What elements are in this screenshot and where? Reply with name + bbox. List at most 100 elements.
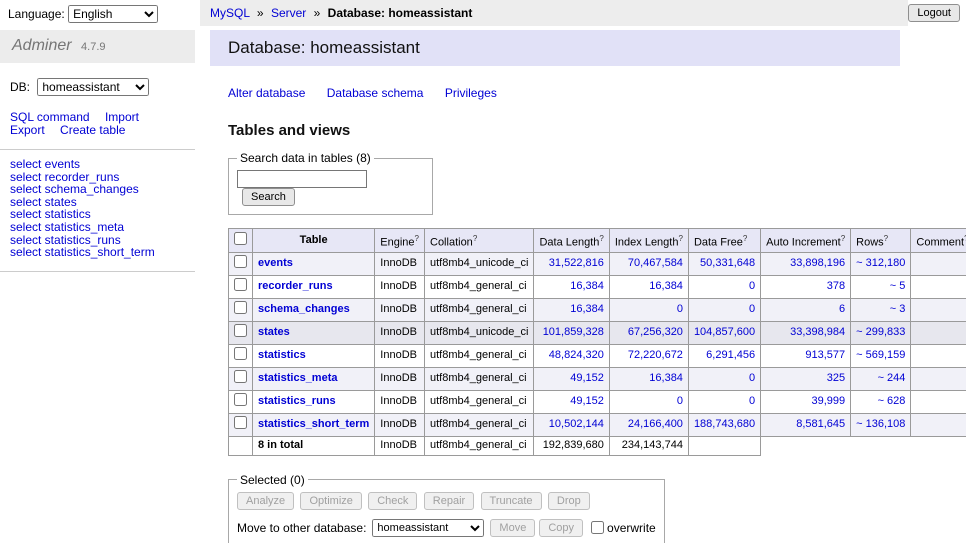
- rows-link[interactable]: ~ 3: [890, 303, 906, 315]
- language-select[interactable]: English: [68, 5, 158, 23]
- auto-increment-link[interactable]: 39,999: [812, 395, 846, 407]
- data-free-link[interactable]: 0: [749, 372, 755, 384]
- rows-link[interactable]: ~ 312,180: [856, 257, 905, 269]
- auto-increment-link[interactable]: 6: [839, 303, 845, 315]
- sidebar-link-import[interactable]: Import: [105, 110, 139, 124]
- data-length-cell: 49,152: [534, 367, 609, 390]
- table-name-link[interactable]: states: [258, 326, 290, 338]
- data-length-link[interactable]: 31,522,816: [549, 257, 604, 269]
- table-name-link[interactable]: events: [258, 257, 293, 269]
- search-input[interactable]: [237, 170, 367, 188]
- rows-cell: ~ 136,108: [851, 413, 911, 436]
- repair-button[interactable]: Repair: [424, 492, 474, 510]
- row-checkbox[interactable]: [234, 278, 247, 291]
- breadcrumb-mysql-link[interactable]: MySQL: [210, 6, 250, 20]
- data-length-link[interactable]: 49,152: [570, 372, 604, 384]
- data-length-link[interactable]: 16,384: [570, 303, 604, 315]
- truncate-button[interactable]: Truncate: [481, 492, 542, 510]
- table-row: recorder_runs InnoDB utf8mb4_general_ci …: [229, 275, 966, 298]
- column-header-rows[interactable]: Rows?: [851, 229, 911, 253]
- search-button[interactable]: Search: [242, 188, 295, 206]
- auto-increment-link[interactable]: 33,898,196: [790, 257, 845, 269]
- move-db-select[interactable]: homeassistant: [372, 519, 484, 537]
- row-checkbox[interactable]: [234, 324, 247, 337]
- logout-button[interactable]: Logout: [908, 4, 960, 22]
- sidebar-select-statistics-short-term[interactable]: select statistics_short_term: [10, 245, 155, 259]
- move-button[interactable]: Move: [490, 519, 535, 537]
- column-header-table[interactable]: Table: [253, 229, 375, 253]
- sidebar-link-sql-command[interactable]: SQL command: [10, 110, 90, 124]
- rows-cell: ~ 569,159: [851, 344, 911, 367]
- column-header-comment[interactable]: Comment?: [911, 229, 966, 253]
- data-free-link[interactable]: 104,857,600: [694, 326, 755, 338]
- rows-link[interactable]: ~ 569,159: [856, 349, 905, 361]
- data-free-link[interactable]: 188,743,680: [694, 418, 755, 430]
- data-free-link[interactable]: 50,331,648: [700, 257, 755, 269]
- table-name-link[interactable]: schema_changes: [258, 303, 350, 315]
- auto-increment-link[interactable]: 913,577: [805, 349, 845, 361]
- column-header-data-length[interactable]: Data Length?: [534, 229, 609, 253]
- sidebar-link-export[interactable]: Export: [10, 123, 45, 137]
- auto-increment-link[interactable]: 8,581,645: [796, 418, 845, 430]
- rows-link[interactable]: ~ 244: [878, 372, 906, 384]
- index-length-link[interactable]: 72,220,672: [628, 349, 683, 361]
- data-length-link[interactable]: 101,859,328: [543, 326, 604, 338]
- select-all-checkbox[interactable]: [234, 232, 247, 245]
- index-length-link[interactable]: 0: [677, 303, 683, 315]
- drop-button[interactable]: Drop: [548, 492, 590, 510]
- help-icon: ?: [743, 234, 747, 243]
- index-length-link[interactable]: 16,384: [649, 280, 683, 292]
- check-button[interactable]: Check: [368, 492, 417, 510]
- index-length-link[interactable]: 67,256,320: [628, 326, 683, 338]
- data-length-link[interactable]: 49,152: [570, 395, 604, 407]
- index-length-link[interactable]: 24,166,400: [628, 418, 683, 430]
- column-header-auto-increment[interactable]: Auto Increment?: [761, 229, 851, 253]
- column-header-index-length[interactable]: Index Length?: [609, 229, 688, 253]
- row-checkbox[interactable]: [234, 255, 247, 268]
- table-name-link[interactable]: recorder_runs: [258, 280, 333, 292]
- table-name-link[interactable]: statistics: [258, 349, 306, 361]
- data-free-link[interactable]: 0: [749, 395, 755, 407]
- row-checkbox[interactable]: [234, 301, 247, 314]
- table-name-cell: statistics_meta: [253, 367, 375, 390]
- rows-link[interactable]: ~ 628: [878, 395, 906, 407]
- row-checkbox[interactable]: [234, 393, 247, 406]
- index-length-link[interactable]: 70,467,584: [628, 257, 683, 269]
- database-schema-link[interactable]: Database schema: [327, 86, 424, 100]
- column-header-collation[interactable]: Collation?: [425, 229, 534, 253]
- optimize-button[interactable]: Optimize: [300, 492, 361, 510]
- overwrite-checkbox[interactable]: [591, 521, 604, 534]
- app-version: 4.7.9: [81, 41, 105, 53]
- rows-link[interactable]: ~ 5: [890, 280, 906, 292]
- breadcrumb-server-link[interactable]: Server: [271, 6, 306, 20]
- data-length-link[interactable]: 10,502,144: [549, 418, 604, 430]
- row-checkbox[interactable]: [234, 347, 247, 360]
- index-length-link[interactable]: 16,384: [649, 372, 683, 384]
- row-checkbox[interactable]: [234, 416, 247, 429]
- auto-increment-cell: 39,999: [761, 390, 851, 413]
- column-header-data-free[interactable]: Data Free?: [688, 229, 760, 253]
- auto-increment-link[interactable]: 33,398,984: [790, 326, 845, 338]
- index-length-link[interactable]: 0: [677, 395, 683, 407]
- copy-button[interactable]: Copy: [539, 519, 583, 537]
- row-checkbox[interactable]: [234, 370, 247, 383]
- table-name-link[interactable]: statistics_meta: [258, 372, 338, 384]
- alter-database-link[interactable]: Alter database: [228, 86, 305, 100]
- data-free-link[interactable]: 0: [749, 280, 755, 292]
- auto-increment-link[interactable]: 325: [827, 372, 845, 384]
- auto-increment-link[interactable]: 378: [827, 280, 845, 292]
- data-length-link[interactable]: 16,384: [570, 280, 604, 292]
- sidebar-link-create-table[interactable]: Create table: [60, 123, 125, 137]
- table-name-link[interactable]: statistics_runs: [258, 395, 336, 407]
- db-select[interactable]: homeassistant: [37, 78, 149, 96]
- rows-link[interactable]: ~ 299,833: [856, 326, 905, 338]
- rows-link[interactable]: ~ 136,108: [856, 418, 905, 430]
- column-header-engine[interactable]: Engine?: [375, 229, 425, 253]
- data-free-link[interactable]: 0: [749, 303, 755, 315]
- overwrite-control[interactable]: overwrite: [591, 521, 656, 535]
- table-name-link[interactable]: statistics_short_term: [258, 418, 369, 430]
- data-length-link[interactable]: 48,824,320: [549, 349, 604, 361]
- privileges-link[interactable]: Privileges: [445, 86, 497, 100]
- data-free-link[interactable]: 6,291,456: [706, 349, 755, 361]
- analyze-button[interactable]: Analyze: [237, 492, 294, 510]
